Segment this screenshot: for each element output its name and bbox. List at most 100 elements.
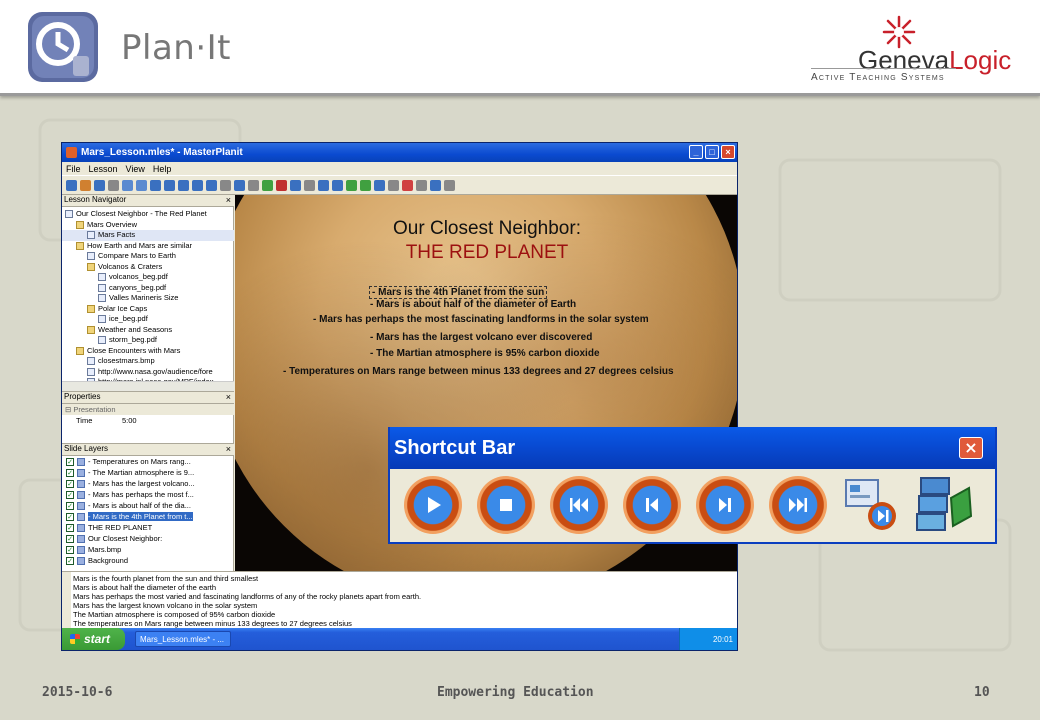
layer-visibility-checkbox[interactable]: ✓: [66, 479, 74, 488]
layer-item[interactable]: ✓ Background: [62, 555, 234, 566]
layers-button[interactable]: [915, 476, 973, 534]
toolbar-button-icon[interactable]: [108, 179, 119, 191]
navigator-item[interactable]: Close Encounters with Mars: [62, 346, 234, 357]
slide-bullet[interactable]: - The Martian atmosphere is 95% carbon d…: [370, 348, 600, 359]
toolbar-button-icon[interactable]: [122, 179, 133, 191]
toolbar-button-icon[interactable]: [276, 179, 287, 191]
toolbar-button-icon[interactable]: [234, 179, 245, 191]
slide-bullet[interactable]: - Mars has the largest volcano ever disc…: [370, 332, 592, 343]
layer-visibility-checkbox[interactable]: ✓: [66, 490, 74, 499]
layer-visibility-checkbox[interactable]: ✓: [66, 534, 74, 543]
menu-lesson[interactable]: Lesson: [89, 164, 118, 174]
slide-next-button[interactable]: [842, 476, 900, 534]
slide-title-line1[interactable]: Our Closest Neighbor:: [235, 218, 737, 240]
toolbar-button-icon[interactable]: [220, 179, 231, 191]
rewind-button[interactable]: [550, 476, 608, 534]
taskbar-item[interactable]: Mars_Lesson.mles* - ...: [135, 631, 231, 647]
notes-text[interactable]: Mars is the fourth planet from the sun a…: [73, 574, 421, 628]
toolbar-button-icon[interactable]: [248, 179, 259, 191]
toolbar-button-icon[interactable]: [164, 179, 175, 191]
previous-button[interactable]: [623, 476, 681, 534]
shortcut-bar-close-button[interactable]: ×: [959, 437, 983, 459]
toolbar-button-icon[interactable]: [402, 179, 413, 191]
toolbar-button-icon[interactable]: [178, 179, 189, 191]
toolbar-button-icon[interactable]: [66, 179, 77, 191]
navigator-item[interactable]: How Earth and Mars are similar: [62, 241, 234, 252]
toolbar-button-icon[interactable]: [332, 179, 343, 191]
layer-label: - Temperatures on Mars rang...: [88, 457, 191, 466]
toolbar-button-icon[interactable]: [388, 179, 399, 191]
toolbar-button-icon[interactable]: [360, 179, 371, 191]
navigator-item[interactable]: Our Closest Neighbor - The Red Planet: [62, 209, 234, 220]
toolbar-button-icon[interactable]: [290, 179, 301, 191]
toolbar-button-icon[interactable]: [444, 179, 455, 191]
navigator-item[interactable]: Polar Ice Caps: [62, 304, 234, 315]
toolbar-button-icon[interactable]: [136, 179, 147, 191]
slide-bullet[interactable]: - Mars is about half of the diameter of …: [370, 299, 576, 310]
toolbar-button-icon[interactable]: [94, 179, 105, 191]
toolbar-button-icon[interactable]: [374, 179, 385, 191]
layer-visibility-checkbox[interactable]: ✓: [66, 523, 74, 532]
layer-item[interactable]: ✓ THE RED PLANET: [62, 522, 234, 533]
minimize-button[interactable]: _: [689, 145, 703, 159]
navigator-item[interactable]: closestmars.bmp: [62, 356, 234, 367]
toolbar-button-icon[interactable]: [150, 179, 161, 191]
navigator-item[interactable]: Mars Overview: [62, 220, 234, 231]
navigator-item[interactable]: Weather and Seasons: [62, 325, 234, 336]
layer-visibility-checkbox[interactable]: ✓: [66, 556, 74, 565]
toolbar-button-icon[interactable]: [304, 179, 315, 191]
toolbar-button-icon[interactable]: [416, 179, 427, 191]
close-icon[interactable]: ×: [226, 444, 231, 454]
start-button[interactable]: start: [62, 628, 125, 650]
next-button[interactable]: [696, 476, 754, 534]
layer-visibility-checkbox[interactable]: ✓: [66, 457, 74, 466]
play-button[interactable]: [404, 476, 462, 534]
stop-button[interactable]: [477, 476, 535, 534]
toolbar-button-icon[interactable]: [318, 179, 329, 191]
layer-visibility-checkbox[interactable]: ✓: [66, 468, 74, 477]
horizontal-scrollbar[interactable]: [62, 381, 234, 391]
fast-forward-button[interactable]: [769, 476, 827, 534]
navigator-item[interactable]: http://www.nasa.gov/audience/fore: [62, 367, 234, 378]
toolbar-button-icon[interactable]: [80, 179, 91, 191]
property-row[interactable]: Time 5:00: [62, 415, 234, 426]
layer-visibility-checkbox[interactable]: ✓: [66, 545, 74, 554]
layer-item[interactable]: ✓ - Mars is about half of the dia...: [62, 500, 234, 511]
navigator-item[interactable]: canyons_beg.pdf: [62, 283, 234, 294]
layer-item[interactable]: ✓ - Mars has the largest volcano...: [62, 478, 234, 489]
window-titlebar[interactable]: Mars_Lesson.mles* - MasterPlanit _ □ ×: [62, 143, 737, 162]
menu-help[interactable]: Help: [153, 164, 172, 174]
toolbar-button-icon[interactable]: [206, 179, 217, 191]
close-icon[interactable]: ×: [226, 195, 231, 205]
navigator-item[interactable]: ice_beg.pdf: [62, 314, 234, 325]
layer-item[interactable]: ✓ Our Closest Neighbor:: [62, 533, 234, 544]
navigator-item[interactable]: volcanos_beg.pdf: [62, 272, 234, 283]
layer-item[interactable]: ✓ - Mars is the 4th Planet from t...: [62, 511, 234, 522]
navigator-item[interactable]: Valles Marineris Size: [62, 293, 234, 304]
slide-bullet[interactable]: - Mars is the 4th Planet from the sun: [369, 286, 548, 299]
navigator-item[interactable]: storm_beg.pdf: [62, 335, 234, 346]
shortcut-bar-titlebar[interactable]: Shortcut Bar: [390, 427, 995, 469]
layer-item[interactable]: ✓ Mars.bmp: [62, 544, 234, 555]
toolbar-button-icon[interactable]: [346, 179, 357, 191]
maximize-button[interactable]: □: [705, 145, 719, 159]
slide-bullet[interactable]: - Temperatures on Mars range between min…: [283, 366, 674, 377]
navigator-item[interactable]: Mars Facts: [62, 230, 234, 241]
navigator-item[interactable]: Compare Mars to Earth: [62, 251, 234, 262]
toolbar-button-icon[interactable]: [192, 179, 203, 191]
slide-bullet[interactable]: - Mars has perhaps the most fascinating …: [313, 314, 649, 325]
layer-item[interactable]: ✓ - Mars has perhaps the most f...: [62, 489, 234, 500]
close-icon[interactable]: ×: [226, 392, 231, 402]
layer-visibility-checkbox[interactable]: ✓: [66, 512, 74, 521]
slide-title-line2[interactable]: THE RED PLANET: [235, 242, 737, 264]
layer-visibility-checkbox[interactable]: ✓: [66, 501, 74, 510]
toolbar-button-icon[interactable]: [430, 179, 441, 191]
layer-item[interactable]: ✓ - Temperatures on Mars rang...: [62, 456, 234, 467]
toolbar-button-icon[interactable]: [262, 179, 273, 191]
navigator-item[interactable]: Volcanos & Craters: [62, 262, 234, 273]
layer-item[interactable]: ✓ - The Martian atmosphere is 9...: [62, 467, 234, 478]
menu-file[interactable]: File: [66, 164, 81, 174]
close-button[interactable]: ×: [721, 145, 735, 159]
menu-view[interactable]: View: [126, 164, 145, 174]
properties-group[interactable]: ⊟ Presentation: [62, 404, 234, 415]
